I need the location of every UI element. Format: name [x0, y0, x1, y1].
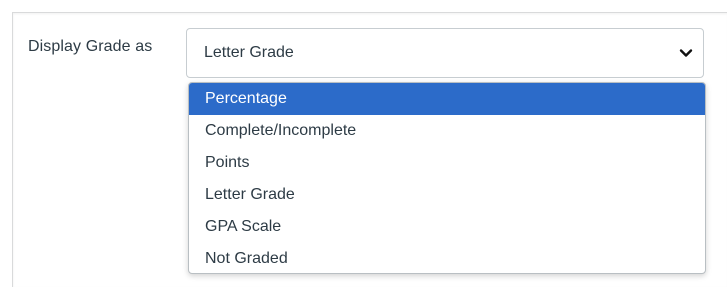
option-gpa-scale[interactable]: GPA Scale	[189, 211, 705, 243]
option-points[interactable]: Points	[189, 147, 705, 179]
grade-options-dropdown: Percentage Complete/Incomplete Points Le…	[188, 82, 706, 274]
chevron-down-icon	[679, 49, 693, 57]
display-grade-label: Display Grade as	[28, 38, 153, 55]
display-grade-select[interactable]: Letter Grade	[186, 28, 704, 78]
selected-value: Letter Grade	[204, 44, 294, 61]
option-percentage[interactable]: Percentage	[189, 83, 705, 115]
option-not-graded[interactable]: Not Graded	[189, 243, 705, 273]
option-complete-incomplete[interactable]: Complete/Incomplete	[189, 115, 705, 147]
option-letter-grade[interactable]: Letter Grade	[189, 179, 705, 211]
